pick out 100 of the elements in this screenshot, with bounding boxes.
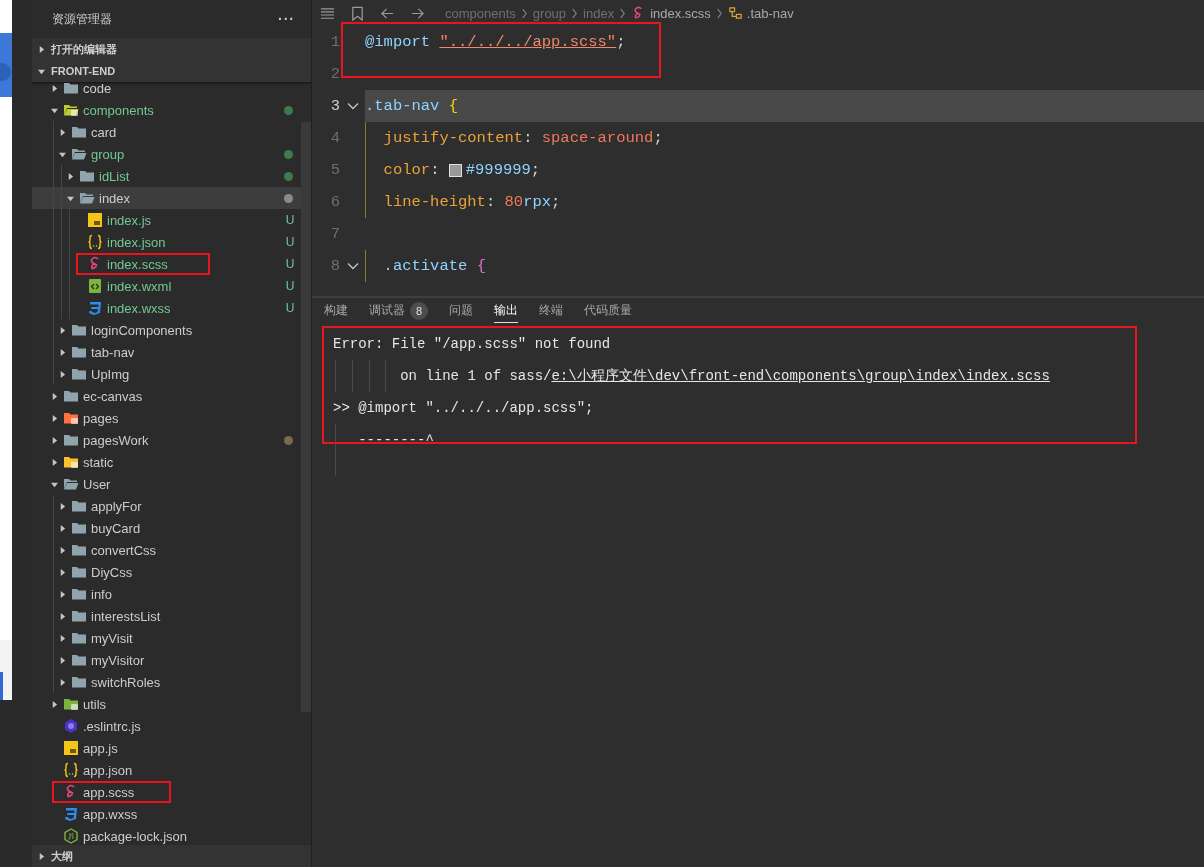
status-letter: U	[284, 301, 296, 315]
breadcrumb-item[interactable]: index.scss	[650, 5, 711, 21]
line-number: 3	[329, 97, 340, 115]
tree-item[interactable]: myVisitor	[32, 649, 302, 671]
css-icon	[63, 806, 79, 822]
line-number: 4	[329, 129, 340, 147]
tree-item[interactable]: index.wxss U	[32, 297, 302, 319]
folder-icon	[71, 344, 87, 360]
tree-item[interactable]: utils	[32, 693, 302, 715]
folder-icon	[71, 674, 87, 690]
fold-chevron-icon[interactable]	[346, 262, 359, 270]
folder-icon	[71, 564, 87, 580]
breadcrumb-item[interactable]: .tab-nav	[746, 5, 794, 21]
folder-icon	[71, 124, 87, 140]
chevron-icon	[715, 7, 723, 19]
markup-file-icon	[87, 278, 103, 294]
tree-item[interactable]: myVisit	[32, 627, 302, 649]
line-number: 2	[329, 65, 340, 83]
tree-item[interactable]: switchRoles	[32, 671, 302, 693]
tree-item[interactable]: app.scss	[32, 781, 302, 803]
tree-item[interactable]: loginComponents	[32, 319, 302, 341]
explorer-title: 资源管理器	[52, 10, 112, 28]
scrollbar[interactable]	[301, 122, 311, 712]
tree-item[interactable]: static	[32, 451, 302, 473]
folder-icon	[71, 366, 87, 382]
outline-header[interactable]: 大纲	[32, 845, 311, 867]
hexagon-icon	[63, 718, 79, 734]
node-icon	[63, 828, 79, 844]
symbol-tree-icon	[727, 5, 743, 21]
file-path-link[interactable]: e:\小程序文件\dev\front-end\components\group\index\index.scss	[551, 367, 1050, 385]
js-file-icon	[87, 212, 103, 228]
folder-icon	[63, 696, 79, 712]
braces-icon	[87, 234, 103, 250]
tree-item[interactable]: app.json	[32, 759, 302, 781]
panel-tab[interactable]: 输出	[494, 299, 518, 323]
folder-icon	[71, 322, 87, 338]
tree-item[interactable]: convertCss	[32, 539, 302, 561]
bookmark-icon[interactable]	[350, 5, 365, 21]
tree-item[interactable]: group	[32, 143, 302, 165]
folder-icon	[71, 586, 87, 602]
panel-tab[interactable]: 调试器 8	[369, 298, 428, 324]
status-letter: U	[284, 279, 296, 293]
folder-icon	[79, 190, 95, 206]
braces-icon	[63, 762, 79, 778]
tree-item[interactable]: index.scss U	[32, 253, 302, 275]
tree-item[interactable]: components	[32, 99, 302, 121]
line-number: 1	[329, 33, 340, 51]
code-line: color: #999999;	[382, 161, 541, 179]
tree-item[interactable]: pages	[32, 407, 302, 429]
tree-item[interactable]: interestsList	[32, 605, 302, 627]
tree-item[interactable]: idList	[32, 165, 302, 187]
code-line: .activate {	[382, 257, 486, 275]
list-icon[interactable]	[320, 5, 335, 21]
folder-icon	[71, 520, 87, 536]
status-letter: U	[284, 257, 296, 271]
tree-item[interactable]: app.wxss	[32, 803, 302, 825]
line-number: 8	[329, 257, 340, 275]
tree-item[interactable]: index.wxml U	[32, 275, 302, 297]
tree-item[interactable]: applyFor	[32, 495, 302, 517]
section-header[interactable]: 打开的编辑器	[32, 38, 311, 60]
folder-icon	[63, 410, 79, 426]
tree-item[interactable]: package-lock.json	[32, 825, 302, 845]
folder-icon	[63, 454, 79, 470]
tree-item[interactable]: card	[32, 121, 302, 143]
tree-item[interactable]: tab-nav	[32, 341, 302, 363]
panel-tab[interactable]: 终端	[539, 299, 563, 323]
tree-item[interactable]: User	[32, 473, 302, 495]
tree-item[interactable]: index.json U	[32, 231, 302, 253]
tree-item[interactable]: pagesWork	[32, 429, 302, 451]
panel-tab[interactable]: 代码质量	[584, 299, 632, 323]
output-line: on line 1 of sass/	[399, 368, 552, 384]
tree-item[interactable]: buyCard	[32, 517, 302, 539]
tree-item[interactable]: index	[32, 187, 302, 209]
folder-icon	[79, 168, 95, 184]
tree-item[interactable]: index.js U	[32, 209, 302, 231]
tree-item[interactable]: UpImg	[32, 363, 302, 385]
count-badge: 8	[410, 301, 428, 320]
tree-item[interactable]: app.js	[32, 737, 302, 759]
tree-item[interactable]: ec-canvas	[32, 385, 302, 407]
section-header[interactable]: FRONT-END	[32, 60, 311, 82]
panel-tab[interactable]: 问题	[449, 299, 473, 323]
folder-icon	[71, 652, 87, 668]
fold-chevron-icon[interactable]	[346, 102, 359, 110]
folder-icon	[71, 542, 87, 558]
tree-item[interactable]: code	[32, 82, 302, 99]
tree-item[interactable]: DiyCss	[32, 561, 302, 583]
folder-icon	[63, 476, 79, 492]
panel-tab[interactable]: 构建	[324, 299, 348, 323]
chevron-icon	[571, 7, 579, 19]
more-actions-button[interactable]: ···	[274, 11, 299, 27]
output-line: --------^	[357, 432, 434, 448]
tree-item[interactable]: info	[32, 583, 302, 605]
line-number: 6	[329, 193, 340, 211]
folder-icon	[71, 608, 87, 624]
folder-icon	[63, 432, 79, 448]
chevron-icon	[619, 7, 627, 19]
folder-icon	[71, 630, 87, 646]
folder-icon	[63, 102, 79, 118]
tree-item[interactable]: .eslintrc.js	[32, 715, 302, 737]
code-line: line-height: 80rpx;	[382, 193, 561, 211]
